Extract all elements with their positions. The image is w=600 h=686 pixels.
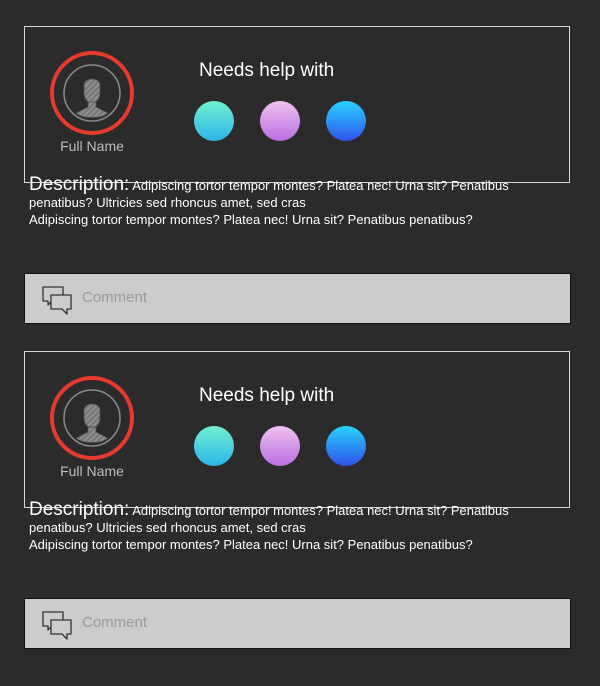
post-card: Full Name Needs help with Description: A…: [0, 325, 600, 650]
help-topic-purple-icon[interactable]: [260, 101, 300, 141]
comment-input[interactable]: Comment: [82, 289, 147, 306]
full-name-label: Full Name: [60, 138, 124, 154]
avatar[interactable]: [50, 51, 134, 135]
user-silhouette-icon: [63, 64, 121, 122]
description-label: Description:: [29, 499, 130, 520]
profile-card[interactable]: Full Name Needs help with: [24, 351, 570, 508]
help-topic-cyan-icon[interactable]: [194, 101, 234, 141]
comment-input[interactable]: Comment: [82, 614, 147, 631]
description-text-line-2: Adipiscing tortor tempor montes? Platea …: [29, 212, 473, 227]
description-label: Description:: [29, 174, 130, 195]
needs-help-title: Needs help with: [199, 60, 335, 81]
user-silhouette-icon: [63, 389, 121, 447]
comment-input-bar[interactable]: Comment: [24, 273, 571, 324]
help-topic-blue-icon[interactable]: [326, 101, 366, 141]
full-name-label: Full Name: [60, 463, 124, 479]
post-card: Full Name Needs help with Description: A…: [0, 0, 600, 325]
needs-help-title: Needs help with: [199, 385, 335, 406]
help-topic-blue-icon[interactable]: [326, 426, 366, 466]
comment-bubbles-icon: [42, 286, 72, 315]
profile-card[interactable]: Full Name Needs help with: [24, 26, 570, 183]
help-topic-cyan-icon[interactable]: [194, 426, 234, 466]
avatar[interactable]: [50, 376, 134, 460]
description-text-line-2: Adipiscing tortor tempor montes? Platea …: [29, 537, 473, 552]
description-block: Description: Adipiscing tortor tempor mo…: [29, 174, 574, 228]
description-block: Description: Adipiscing tortor tempor mo…: [29, 499, 574, 553]
help-topic-purple-icon[interactable]: [260, 426, 300, 466]
comment-bubbles-icon: [42, 611, 72, 640]
comment-input-bar[interactable]: Comment: [24, 598, 571, 649]
